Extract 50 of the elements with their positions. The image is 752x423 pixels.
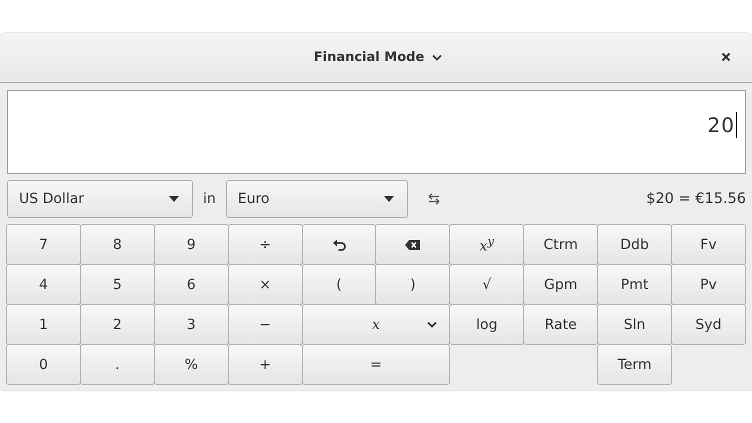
calculator-key[interactable]: Pmt xyxy=(597,264,672,305)
calculator-key[interactable]: 7 xyxy=(6,224,81,265)
calculator-key[interactable]: Ddb xyxy=(597,224,672,265)
calculator-key[interactable]: 5 xyxy=(80,264,155,305)
text-cursor xyxy=(736,112,737,138)
currency-dropdown[interactable]: US Dollar xyxy=(7,180,193,218)
calculator-key[interactable]: x$^{y}$ xyxy=(449,224,524,265)
calculator-key[interactable]: . xyxy=(80,344,155,385)
dropdown-arrow-icon xyxy=(169,196,179,202)
display-value: 20 xyxy=(708,113,735,137)
calculator-key[interactable]: Rate xyxy=(523,304,598,345)
calculator-key[interactable]: 3 xyxy=(154,304,229,345)
conversion-result: $20 = €15.56 xyxy=(646,191,746,207)
calculator-key[interactable]: − xyxy=(228,304,303,345)
calculator-key[interactable]: Fv xyxy=(671,224,746,265)
calculator-key[interactable]: ) xyxy=(375,264,450,305)
close-icon[interactable] xyxy=(721,52,731,62)
calculator-key[interactable]: 9 xyxy=(154,224,229,265)
backspace-icon xyxy=(405,238,420,250)
calculator-key[interactable]: Sln xyxy=(597,304,672,345)
swap-icon[interactable] xyxy=(426,193,441,205)
in-label: in xyxy=(203,191,216,207)
calculator-key[interactable]: % xyxy=(154,344,229,385)
calculator-key[interactable]: 8 xyxy=(80,224,155,265)
calculator-key[interactable]: Pv xyxy=(671,264,746,305)
mode-menu-button[interactable]: Financial Mode xyxy=(308,46,448,69)
chevron-icon xyxy=(427,321,438,328)
chevron-icon xyxy=(432,54,442,61)
calculator-key[interactable]: Ctrm xyxy=(523,224,598,265)
calculator-key[interactable]: 6 xyxy=(154,264,229,305)
display-field[interactable]: 20 xyxy=(7,90,746,174)
calculator-key[interactable]: + xyxy=(228,344,303,385)
calculator-key[interactable]: = xyxy=(302,344,450,385)
calculator-key[interactable]: Syd xyxy=(671,304,746,345)
calculator-key[interactable]: log xyxy=(449,304,524,345)
calculator-key[interactable]: 4 xyxy=(6,264,81,305)
calculator-key[interactable]: 1 xyxy=(6,304,81,345)
calculator-key[interactable]: ÷ xyxy=(228,224,303,265)
calculator-key[interactable]: Gpm xyxy=(523,264,598,305)
calculator-key[interactable]: x xyxy=(302,304,450,345)
calculator-key[interactable]: Term xyxy=(597,344,672,385)
calculator-key[interactable]: × xyxy=(228,264,303,305)
backspace-button[interactable] xyxy=(375,224,450,265)
dropdown-arrow-icon xyxy=(384,196,394,202)
calculator-key[interactable]: √ xyxy=(449,264,524,305)
currency-dropdown[interactable]: Euro xyxy=(226,180,408,218)
calculator-key[interactable]: 0 xyxy=(6,344,81,385)
calculator-key[interactable]: 2 xyxy=(80,304,155,345)
undo-icon xyxy=(332,238,346,250)
calculator-key[interactable]: ( xyxy=(302,264,376,305)
